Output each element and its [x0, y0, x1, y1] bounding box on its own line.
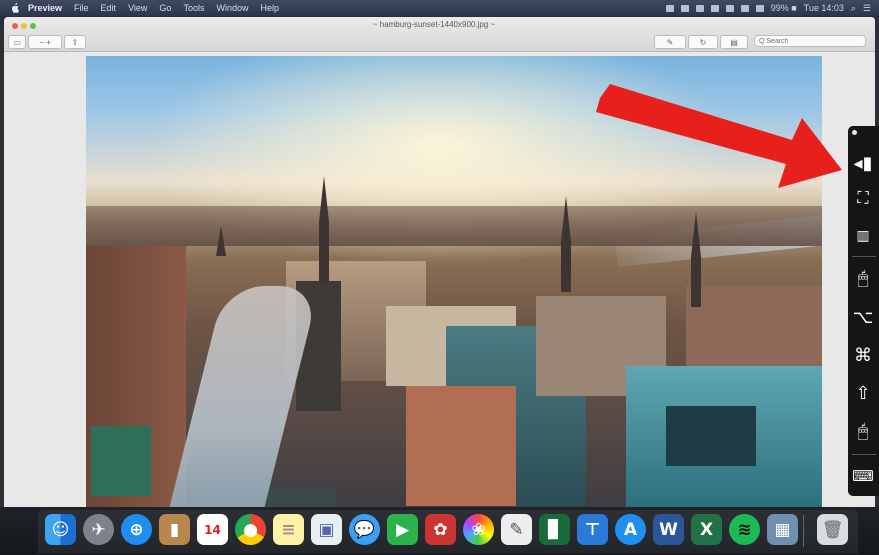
launchpad-icon[interactable]: ✈ [83, 514, 114, 545]
document-title: ~ hamburg-sunset-1440x900.jpg ~ [372, 20, 496, 29]
contacts-icon[interactable]: ▮ [159, 514, 190, 545]
calendar-icon[interactable]: 14 [197, 514, 228, 545]
shift-key-icon[interactable]: ⇧ [852, 378, 874, 408]
chrome-icon[interactable]: ● [235, 514, 266, 545]
command-key-icon[interactable]: ⌘ [852, 340, 874, 370]
menu-file[interactable]: File [74, 3, 89, 13]
facetime-icon[interactable]: ▶ [387, 514, 418, 545]
markup-toolbar-button[interactable]: ✎ [654, 35, 686, 49]
finder-icon[interactable]: ☺ [45, 514, 76, 545]
panel-close-icon[interactable] [852, 130, 857, 135]
menu-edit[interactable]: Edit [101, 3, 117, 13]
dock: ☺ ✈ ⊕ ▮ 14 ● ≡ ▣ 💬 ▶ ✿ ❀ ✎ ▊ ⊤ A W X ≋ ▦… [0, 507, 879, 555]
display-icon[interactable] [695, 4, 704, 12]
battery-indicator[interactable]: 99% ■ [771, 3, 797, 13]
accessibility-keyboard-panel: ◂▮ ⛶ ▥ 🖱 ⌥ ⌘ ⇧ 🖱 ⌨ [848, 126, 879, 496]
option-key-icon[interactable]: ⌥ [852, 302, 874, 332]
excel-letter: X [699, 519, 714, 540]
rotate-icon: ↻ [699, 37, 707, 47]
notification-center-icon[interactable]: ☰ [863, 3, 871, 14]
numbers-icon[interactable]: ▊ [539, 514, 570, 545]
keyboard-toggle-key-icon[interactable]: ⌨ [852, 461, 874, 491]
zoom-buttons[interactable]: − + [28, 35, 62, 49]
menubar-clock[interactable]: Tue 14:03 [804, 3, 844, 13]
highlight-button[interactable]: ▤ [720, 35, 748, 49]
trash-icon[interactable]: 🗑 [817, 514, 848, 545]
zoom-out-icon[interactable]: − [39, 38, 44, 47]
keynote-icon[interactable]: ⊤ [577, 514, 608, 545]
menu-bar: Preview File Edit View Go Tools Window H… [0, 0, 879, 16]
preview-icon[interactable]: ▣ [311, 514, 342, 545]
wifi-icon[interactable] [740, 4, 749, 12]
app-store-icon[interactable]: A [615, 514, 646, 545]
mouse-pointer-key-icon[interactable]: ⛶ [852, 184, 874, 214]
photo-booth-icon[interactable]: ✿ [425, 514, 456, 545]
window-minimize-button[interactable] [21, 23, 27, 29]
red-annotation-arrow [596, 84, 842, 188]
camera-icon[interactable] [665, 4, 674, 12]
rotate-button[interactable]: ↻ [688, 35, 718, 49]
downloads-stack-icon[interactable]: ▦ [767, 514, 798, 545]
dock-divider [803, 515, 804, 547]
word-letter: W [659, 519, 678, 540]
status-area: 99% ■ Tue 14:03 ⌕ ☰ [665, 3, 879, 14]
user-icon[interactable] [680, 4, 689, 12]
window-titlebar: ~ hamburg-sunset-1440x900.jpg ~ ▭ − + ⇪ … [4, 17, 875, 52]
word-icon[interactable]: W [653, 514, 684, 545]
spotify-icon[interactable]: ≋ [729, 514, 760, 545]
textedit-icon[interactable]: ✎ [501, 514, 532, 545]
messages-icon[interactable]: 💬 [349, 514, 380, 545]
volume-icon[interactable] [725, 4, 734, 12]
keyboard-key-icon[interactable]: ▥ [852, 220, 874, 250]
panel-divider [852, 256, 876, 257]
airplay-icon[interactable] [710, 4, 719, 12]
menu-view[interactable]: View [128, 3, 147, 13]
photos-icon[interactable]: ❀ [463, 514, 494, 545]
menu-window[interactable]: Window [216, 3, 248, 13]
mouse-left-click-key-icon[interactable]: 🖱 [852, 263, 874, 293]
sidebar-toggle-button[interactable]: ▭ [8, 35, 26, 49]
highlighter-icon: ▤ [730, 37, 738, 47]
notes-icon[interactable]: ≡ [273, 514, 304, 545]
window-fullscreen-button[interactable] [30, 23, 36, 29]
zoom-in-icon[interactable]: + [46, 38, 51, 47]
window-close-button[interactable] [12, 23, 18, 29]
apple-menu-icon[interactable] [10, 3, 20, 13]
menu-go[interactable]: Go [159, 3, 171, 13]
share-icon: ⇪ [71, 37, 79, 47]
safari-icon[interactable]: ⊕ [121, 514, 152, 545]
calendar-day: 14 [204, 522, 221, 537]
search-input[interactable] [754, 35, 866, 47]
menu-help[interactable]: Help [260, 3, 279, 13]
app-menu-preview[interactable]: Preview [28, 3, 62, 13]
panel-left-key-icon[interactable]: ◂▮ [852, 148, 874, 178]
bluetooth-icon[interactable] [755, 4, 764, 12]
mouse-right-click-key-icon[interactable]: 🖱 [852, 416, 874, 446]
menu-tools[interactable]: Tools [183, 3, 204, 13]
excel-icon[interactable]: X [691, 514, 722, 545]
sidebar-icon: ▭ [13, 37, 21, 47]
spotlight-icon[interactable]: ⌕ [851, 3, 856, 14]
pen-icon: ✎ [666, 37, 674, 47]
share-button[interactable]: ⇪ [64, 35, 86, 49]
panel-divider [852, 454, 876, 455]
